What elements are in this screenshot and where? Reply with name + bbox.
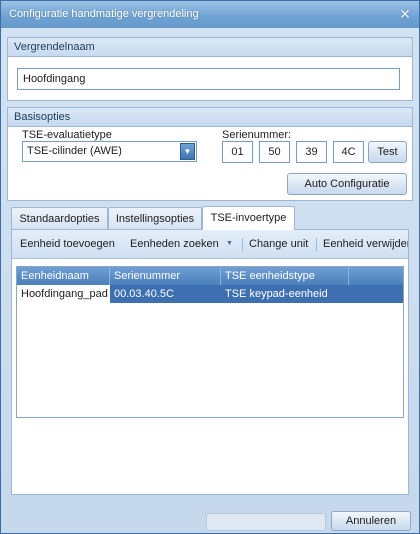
eval-type-label: TSE-evaluatietype (22, 129, 112, 141)
tab-standard-options[interactable]: Standaardopties (11, 207, 108, 229)
window-title: Configuratie handmatige vergrendeling (9, 8, 199, 20)
add-unit-button[interactable]: Eenheid toevoegen (20, 230, 115, 258)
serial-part-3[interactable]: 39 (296, 141, 327, 163)
change-unit-button[interactable]: Change unit (249, 230, 308, 258)
column-header-unit-type[interactable]: TSE eenheidstype (221, 267, 349, 285)
eval-type-value: TSE-cilinder (AWE) (27, 145, 122, 157)
units-table[interactable]: Eenheidnaam Serienummer TSE eenheidstype… (16, 266, 404, 418)
remove-unit-button[interactable]: Eenheid verwijderen (323, 230, 408, 258)
column-header-unit-name[interactable]: Eenheidnaam (17, 267, 110, 285)
tab-tse-input-type[interactable]: TSE-invoertype (202, 206, 295, 230)
table-header: Eenheidnaam Serienummer TSE eenheidstype (17, 267, 403, 285)
column-header-serial[interactable]: Serienummer (110, 267, 221, 285)
eval-type-select[interactable]: TSE-cilinder (AWE) ▼ (22, 141, 197, 162)
cell-serial: 00.03.40.5C (110, 285, 221, 303)
serial-part-2[interactable]: 50 (259, 141, 290, 163)
search-units-button[interactable]: Eenheden zoeken (130, 230, 219, 258)
table-row[interactable]: Hoofdingang_pad 00.03.40.5C TSE keypad-e… (17, 285, 403, 303)
title-bar[interactable]: Configuratie handmatige vergrendeling ✕ (1, 1, 419, 28)
unit-toolbar: Eenheid toevoegen Eenheden zoeken ▼ Chan… (12, 230, 408, 259)
tab-settings-options[interactable]: Instellingsopties (108, 207, 202, 229)
basic-options-panel: Basisopties TSE-evaluatietype TSE-cilind… (7, 107, 413, 201)
lock-name-header: Vergrendelnaam (8, 38, 412, 57)
ok-button-disabled (206, 513, 326, 531)
auto-config-button[interactable]: Auto Configuratie (287, 173, 407, 195)
chevron-down-icon[interactable]: ▼ (180, 143, 195, 160)
toolbar-separator (316, 238, 317, 251)
close-icon[interactable]: ✕ (397, 1, 413, 28)
lock-name-input[interactable]: Hoofdingang (17, 68, 400, 90)
toolbar-separator (242, 238, 243, 251)
cell-unit-name: Hoofdingang_pad (21, 288, 108, 300)
serial-part-4[interactable]: 4C (333, 141, 364, 163)
lock-name-panel: Vergrendelnaam Hoofdingang (7, 37, 413, 101)
serial-part-1[interactable]: 01 (222, 141, 253, 163)
test-button[interactable]: Test (368, 141, 407, 163)
basic-options-header: Basisopties (8, 108, 412, 127)
cancel-button[interactable]: Annuleren (331, 511, 411, 531)
serial-label: Serienummer: (222, 129, 292, 141)
tab-content: Eenheid toevoegen Eenheden zoeken ▼ Chan… (11, 229, 409, 495)
cell-unit-type: TSE keypad-eenheid (221, 285, 403, 303)
config-dialog: Configuratie handmatige vergrendeling ✕ … (0, 0, 420, 534)
chevron-down-icon[interactable]: ▼ (226, 230, 233, 258)
